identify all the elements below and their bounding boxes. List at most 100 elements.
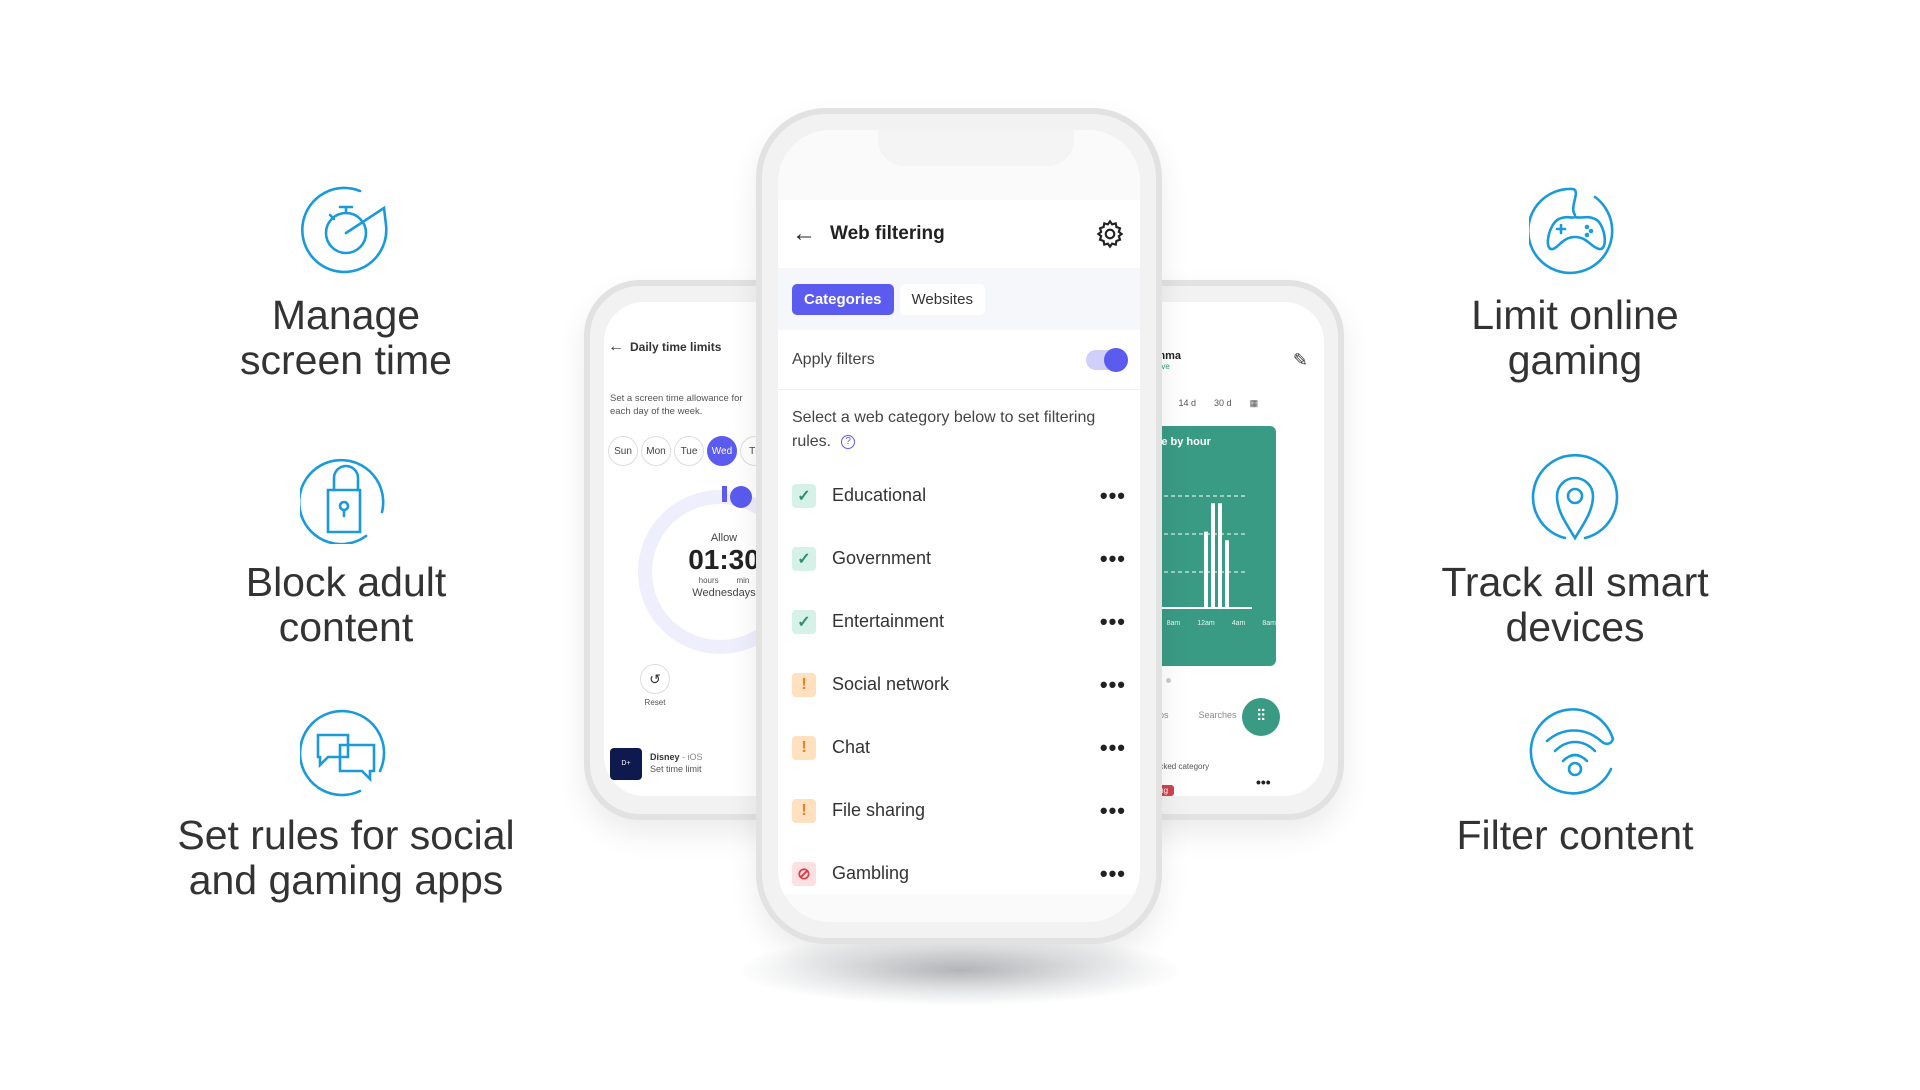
feature-label: Track all smart (1441, 559, 1709, 605)
allowed-check-icon[interactable]: ✓ (792, 546, 816, 571)
feature-social-gaming-rules: Set rules for social and gaming apps (136, 705, 556, 903)
feature-label: content (278, 604, 414, 650)
x-tick: 8am (1166, 620, 1181, 627)
wifi-filter-icon (1529, 708, 1615, 795)
apply-filters-row: Apply filters (778, 330, 1140, 390)
category-row[interactable]: ! Social network ••• (778, 653, 1140, 716)
category-row[interactable]: ✓ Educational ••• (778, 464, 1140, 527)
tab-websites[interactable]: Websites (899, 283, 985, 315)
dial-marker (722, 486, 727, 502)
web-filtering-screen: ← Web filtering Categories Websites Appl… (778, 200, 1140, 894)
web-filtering-phone: ← Web filtering Categories Websites Appl… (756, 108, 1162, 944)
category-name: Educational (832, 485, 927, 505)
category-name: File sharing (832, 800, 926, 820)
description-text: Select a web category below to set filte… (792, 409, 1096, 450)
back-arrow-icon[interactable]: ← (608, 338, 624, 356)
allowed-check-icon[interactable]: ✓ (792, 609, 816, 634)
feature-block-adult-content: Block adult content (136, 452, 556, 650)
settings-gear-icon[interactable] (1094, 218, 1126, 250)
feature-label: screen time (240, 337, 452, 383)
chart-bar (1204, 531, 1208, 608)
feature-label: and gaming apps (188, 857, 504, 903)
apply-filters-toggle[interactable] (1086, 347, 1128, 372)
x-tick: 12am (1197, 620, 1215, 627)
more-options-button[interactable]: ••• (1100, 736, 1126, 758)
marketing-stage: Manage screen time Block adult content Set… (0, 0, 1920, 1090)
x-tick: 8am (1262, 620, 1276, 627)
category-name: Entertainment (832, 611, 945, 631)
blocked-icon[interactable]: ⊘ (792, 861, 816, 886)
day-chip-selected[interactable]: Wed (707, 436, 737, 466)
category-list: ✓ Educational ••• ✓ Government ••• ✓ Entertai… (778, 464, 1140, 905)
item-more-button[interactable]: ••• (1256, 774, 1271, 790)
category-row[interactable]: ! File sharing ••• (778, 779, 1140, 842)
feature-label: Block adult (245, 559, 447, 605)
warning-icon[interactable]: ! (792, 735, 816, 760)
range-14d[interactable]: 14 d (1179, 398, 1197, 409)
disney-app-logo: D+ (610, 748, 642, 780)
calendar-icon[interactable]: ▦ (1250, 398, 1259, 409)
gamepad-icon (1529, 187, 1614, 275)
allowed-check-icon[interactable]: ✓ (792, 483, 816, 508)
reset-button[interactable]: ↺ (640, 664, 670, 694)
reset-label: Reset (644, 698, 666, 707)
more-options-button[interactable]: ••• (1100, 484, 1126, 506)
phone-screen: ← Web filtering Categories Websites Appl… (778, 130, 1140, 922)
warning-icon[interactable]: ! (792, 672, 816, 697)
category-row[interactable]: ✓ Government ••• (778, 527, 1140, 590)
tab-searches[interactable]: Searches (1199, 710, 1237, 720)
day-chip[interactable]: Sun (608, 436, 638, 466)
app-action[interactable]: Set time limit (650, 764, 703, 774)
hours-label: hours (698, 576, 719, 585)
more-options-button[interactable]: ••• (1100, 547, 1126, 569)
more-options-button[interactable]: ••• (1100, 862, 1126, 884)
phone-notch (878, 130, 1074, 166)
more-options-button[interactable]: ••• (1100, 610, 1126, 632)
filter-tabs: Categories Websites (778, 268, 1140, 330)
feature-filter-content: Filter content (1365, 705, 1785, 858)
tab-categories[interactable]: Categories (792, 283, 894, 315)
location-pin-icon (1531, 453, 1619, 541)
category-row[interactable]: ✓ Entertainment ••• (778, 590, 1140, 653)
back-arrow-icon[interactable]: ← (792, 220, 816, 248)
filter-fab[interactable]: ⫶⫶ (1242, 698, 1280, 736)
feature-label: devices (1505, 604, 1645, 650)
app-name: Disney (650, 752, 680, 762)
chart-bar (1225, 540, 1229, 608)
min-label: min (736, 576, 750, 585)
warning-icon[interactable]: ! (792, 798, 816, 823)
dial-handle[interactable] (730, 486, 752, 508)
app-platform: - iOS (682, 752, 703, 762)
feature-label: Filter content (1456, 812, 1694, 858)
phone-shadow (740, 935, 1180, 1005)
day-selector: Sun Mon Tue Wed Th (608, 436, 773, 466)
category-row[interactable]: ⊘ Gambling ••• (778, 842, 1140, 905)
category-row[interactable]: ! Chat ••• (778, 716, 1140, 779)
apply-filters-label: Apply filters (792, 350, 875, 368)
screen-header: ← Web filtering (778, 200, 1140, 268)
feature-label: Manage (271, 292, 421, 338)
x-tick: 4am (1231, 620, 1246, 627)
day-chip[interactable]: Tue (674, 436, 704, 466)
screen-description: Set a screen time allowance for each day… (610, 393, 743, 417)
feature-label: Limit online (1471, 292, 1679, 338)
chart-bar (1218, 503, 1222, 608)
help-icon[interactable]: ? (841, 435, 856, 449)
chart-bar (1211, 503, 1215, 608)
category-name: Social network (832, 674, 950, 694)
feature-label: Set rules for social (177, 812, 515, 858)
category-name: Chat (832, 737, 871, 757)
padlock-icon (300, 458, 385, 544)
more-options-button[interactable]: ••• (1100, 673, 1126, 695)
category-description: Select a web category below to set filte… (778, 390, 1140, 464)
edit-icon[interactable]: ✎ (1293, 350, 1308, 371)
more-options-button[interactable]: ••• (1100, 799, 1126, 821)
screen-title: Daily time limits (630, 340, 722, 354)
feature-manage-screen-time: Manage screen time (136, 185, 556, 383)
feature-limit-online-gaming: Limit online gaming (1365, 185, 1785, 383)
range-30d[interactable]: 30 d (1214, 398, 1232, 409)
category-name: Government (832, 548, 932, 568)
feature-track-devices: Track all smart devices (1365, 452, 1785, 650)
day-chip[interactable]: Mon (641, 436, 671, 466)
category-name: Gambling (832, 863, 910, 883)
